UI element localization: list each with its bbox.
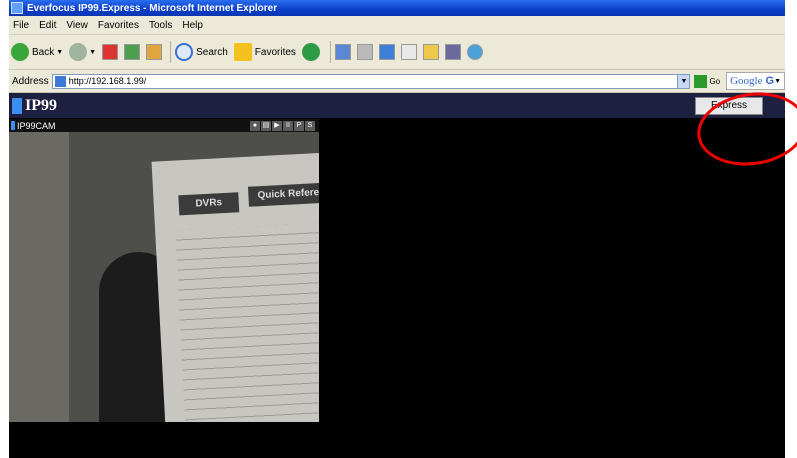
menu-edit[interactable]: Edit [39,20,56,31]
edit-icon[interactable] [378,44,395,60]
address-url: http://192.168.1.99/ [68,76,147,86]
menu-file[interactable]: File [13,20,29,31]
camera-video-feed: DVRs Quick Refere [9,132,319,422]
messenger-icon[interactable] [466,44,483,60]
toolbar-separator [170,41,172,63]
address-label: Address [12,75,49,87]
favorites-label: Favorites [254,46,296,58]
chevron-down-icon: ▼ [89,48,97,56]
mail-icon[interactable] [334,44,351,60]
menu-help[interactable]: Help [182,20,203,31]
forward-button[interactable]: ▼ [69,43,96,61]
p-button[interactable]: P [294,120,304,131]
go-label: Go [709,76,721,86]
menu-view[interactable]: View [66,20,88,31]
toolbar-separator [329,41,331,63]
layout-button[interactable]: ▤ [261,120,271,131]
document-heading-right: Quick Refere [247,182,319,207]
research-icon[interactable] [444,44,461,60]
search-label: Search [196,46,228,58]
camera-logo-icon [11,121,15,130]
chevron-down-icon[interactable]: ▼ [677,74,690,88]
menu-tools[interactable]: Tools [149,20,172,31]
back-button[interactable]: Back ▼ [11,43,63,61]
star-icon [233,43,252,61]
address-bar: Address http://192.168.1.99/ ▼ Go Google… [9,70,785,93]
document-table [175,222,319,422]
discuss-icon[interactable] [400,44,417,60]
everfocus-logo-icon [12,97,22,114]
print-icon[interactable] [356,44,373,60]
back-arrow-icon [11,43,29,61]
home-icon[interactable] [146,44,163,60]
camera-label: IP99CAM [11,121,56,131]
video-document: DVRs Quick Refere [151,152,319,422]
search-icon [175,43,194,61]
camera-name: IP99CAM [17,120,56,131]
window-title: Everfocus IP99.Express - Microsoft Inter… [27,2,278,14]
standard-toolbar: Back ▼ ▼ Search Favorites [9,35,785,70]
google-label: Google [730,75,763,87]
go-arrow-icon [694,74,708,88]
ip99-logo: IP99 [12,97,57,115]
browser-window: Everfocus IP99.Express - Microsoft Inter… [9,0,785,458]
title-bar: Everfocus IP99.Express - Microsoft Inter… [9,0,785,16]
document-heading-left: DVRs [178,192,240,216]
record-button[interactable]: ● [250,120,260,131]
menu-bar: File Edit View Favorites Tools Help [9,16,785,35]
video-wall [9,132,69,422]
logo-text: IP99 [25,96,57,114]
camera-header: IP99CAM ● ▤ ▶ II P S [9,119,319,132]
forward-arrow-icon [69,43,88,61]
chevron-down-icon: ▼ [774,77,781,85]
pause-button[interactable]: II [283,120,293,131]
page-icon [54,75,66,87]
go-button[interactable]: Go [694,74,721,88]
favorites-button[interactable]: Favorites [233,43,296,61]
refresh-icon[interactable] [124,44,141,60]
page-right-margin [785,0,797,458]
stop-icon[interactable] [102,44,119,60]
folder-icon[interactable] [422,44,439,60]
search-button[interactable]: Search [175,43,228,61]
play-button[interactable]: ▶ [272,120,282,131]
menu-favorites[interactable]: Favorites [98,20,139,31]
history-icon[interactable] [301,43,320,61]
ie-icon [11,2,23,14]
google-g-icon: G [765,75,775,87]
address-input[interactable]: http://192.168.1.99/ ▼ [51,73,691,89]
camera-controls: ● ▤ ▶ II P S [249,120,315,131]
app-header: IP99 Express [9,93,785,118]
google-toolbar[interactable]: Google G ▼ [726,72,785,90]
back-label: Back [32,46,55,58]
chevron-down-icon: ▼ [56,48,64,56]
s-button[interactable]: S [305,120,315,131]
